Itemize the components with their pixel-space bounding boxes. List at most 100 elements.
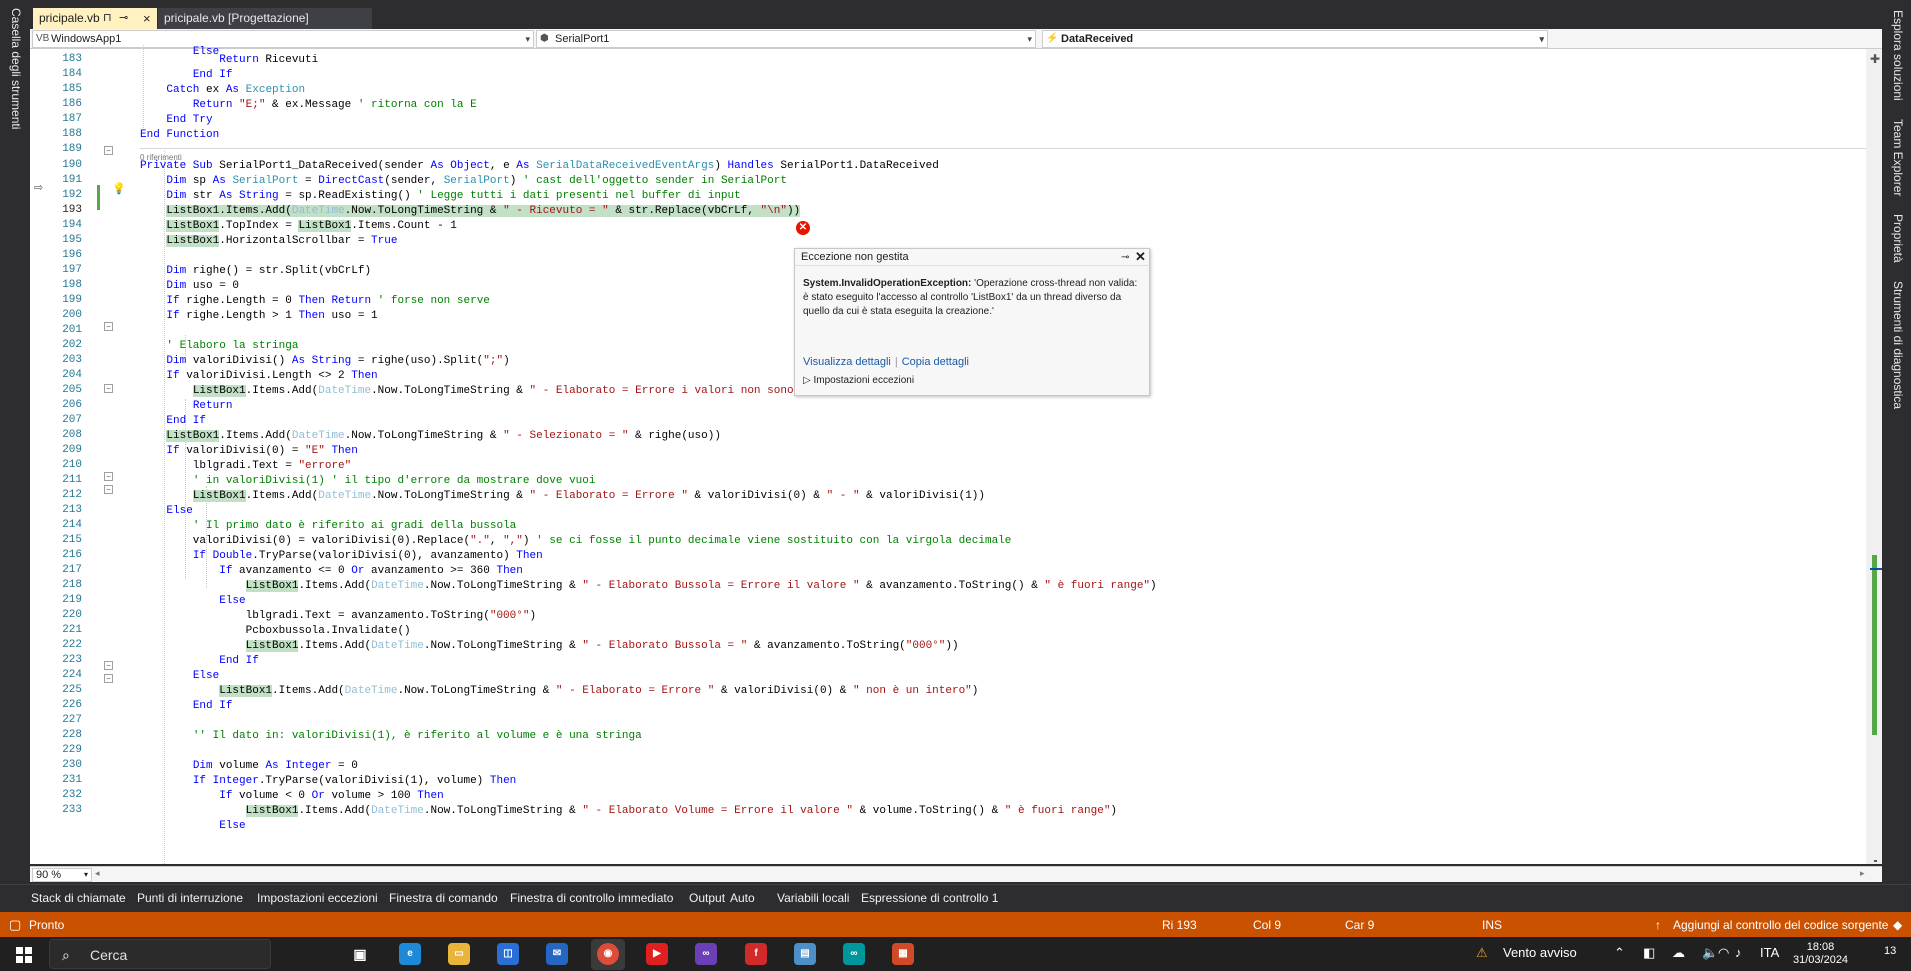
- vb-project-icon: VB: [36, 33, 50, 44]
- event-combo[interactable]: ⚡ DataReceived ▾: [1042, 30, 1548, 48]
- file-explorer-icon[interactable]: ▭: [448, 943, 470, 965]
- line-number: 212: [62, 489, 82, 501]
- line-number: 230: [62, 759, 82, 771]
- tab-pricipale-vb[interactable]: pricipale.vb ⊓ ⊸ ×: [33, 8, 157, 29]
- toolbox-tab[interactable]: Casella degli strumenti: [9, 8, 23, 129]
- app-grid-icon[interactable]: ▦: [892, 943, 914, 965]
- volume-icon[interactable]: 🔈: [1702, 945, 1718, 961]
- line-number: 183: [62, 53, 82, 65]
- visual-studio-icon[interactable]: ∞: [695, 943, 717, 965]
- youtube-icon[interactable]: ▶: [646, 943, 668, 965]
- notes-icon[interactable]: ▤: [794, 943, 816, 965]
- line-number: 222: [62, 639, 82, 651]
- tab-diagnostic-tools[interactable]: Strumenti di diagnostica: [1891, 281, 1905, 409]
- fold-toggle[interactable]: −: [104, 322, 113, 331]
- pin-icon[interactable]: ⊸: [1121, 249, 1129, 266]
- zoom-select[interactable]: 90 % ▾: [32, 868, 92, 882]
- notification-count[interactable]: 13: [1884, 945, 1896, 957]
- object-name: SerialPort1: [555, 33, 610, 45]
- pushpin-icon[interactable]: ⊸: [119, 8, 128, 29]
- exception-message: System.InvalidOperationException: 'Opera…: [803, 277, 1139, 319]
- tool-window-tab[interactable]: Stack di chiamate: [31, 891, 126, 905]
- tray-chevron-icon[interactable]: ⌃: [1614, 945, 1625, 961]
- line-number: 226: [62, 699, 82, 711]
- line-number: 207: [62, 414, 82, 426]
- tool-window-tab[interactable]: Impostazioni eccezioni: [257, 891, 378, 905]
- search-icon: ⌕: [62, 947, 70, 963]
- clock[interactable]: 18:08 31/03/2024: [1793, 941, 1848, 967]
- fold-toggle[interactable]: −: [104, 472, 113, 481]
- tab-pricipale-design[interactable]: pricipale.vb [Progettazione]: [158, 8, 372, 29]
- close-tab-icon[interactable]: ×: [143, 8, 151, 29]
- source-control-button[interactable]: Aggiungi al controllo del codice sorgent…: [1673, 918, 1888, 932]
- split-icon[interactable]: ✚: [1870, 52, 1880, 66]
- scroll-left-icon[interactable]: ◂: [95, 868, 100, 879]
- wifi-icon[interactable]: ◠: [1718, 945, 1729, 961]
- fold-toggle[interactable]: −: [104, 146, 113, 155]
- error-glyph-icon[interactable]: ✕: [796, 221, 810, 235]
- taskbar-search[interactable]: ⌕ Cerca: [49, 939, 271, 969]
- tab-properties[interactable]: Proprietà: [1891, 214, 1905, 263]
- vertical-scrollbar[interactable]: [1866, 49, 1882, 864]
- exception-settings-toggle[interactable]: ▷ Impostazioni eccezioni: [803, 375, 914, 386]
- notification-icon[interactable]: ◆: [1893, 918, 1902, 932]
- exception-popup: Eccezione non gestita ⊸ ✕ System.Invalid…: [794, 248, 1150, 396]
- tool-window-tab[interactable]: Finestra di controllo immediato: [510, 891, 673, 905]
- tool-window-tab[interactable]: Auto: [730, 891, 755, 905]
- weather-warning-icon[interactable]: ⚠: [1476, 945, 1488, 961]
- line-number: 231: [62, 774, 82, 786]
- line-number: 229: [62, 744, 82, 756]
- code-text[interactable]: Else Return Ricevuti End If Catch ex As …: [140, 46, 1840, 864]
- code-editor[interactable]: 183 184 185 186 187 188 189 190 191 192 193 194 195 1…: [30, 45, 1890, 864]
- clock-time: 18:08: [1806, 941, 1835, 953]
- tool-window-tab[interactable]: Espressione di controllo 1: [861, 891, 998, 905]
- view-details-link[interactable]: Visualizza dettagli: [803, 356, 891, 368]
- speaker-icon[interactable]: ♪: [1735, 945, 1742, 960]
- app-f-icon[interactable]: f: [745, 943, 767, 965]
- line-number: 233: [62, 804, 82, 816]
- line-number: 225: [62, 684, 82, 696]
- tool-window-tab[interactable]: Output: [689, 891, 725, 905]
- fold-toggle[interactable]: −: [104, 384, 113, 393]
- language-indicator[interactable]: ITA: [1760, 945, 1779, 960]
- tray-app-icon[interactable]: ◧: [1643, 945, 1655, 961]
- scroll-position-marker[interactable]: [1870, 568, 1882, 570]
- lightbulb-icon[interactable]: 💡: [112, 182, 126, 195]
- current-statement-arrow-icon: ⇨: [34, 182, 44, 194]
- windows-start-icon[interactable]: [16, 947, 32, 963]
- windows-taskbar: ⌕ Cerca ▣ e ▭ ◫ ✉ ◉ ▶ ∞ f ▤ ∞ ▦ ⚠ Vento …: [0, 937, 1911, 971]
- line-number: 217: [62, 564, 82, 576]
- tray-cloud-icon[interactable]: ☁: [1672, 945, 1685, 961]
- object-combo[interactable]: ⬢ SerialPort1 ▾: [536, 30, 1036, 48]
- chrome-icon[interactable]: ◉: [597, 943, 619, 965]
- scroll-right-icon[interactable]: ▸: [1860, 868, 1865, 879]
- scroll-down-icon[interactable]: [1874, 860, 1877, 862]
- store-icon[interactable]: ◫: [497, 943, 519, 965]
- close-icon[interactable]: ✕: [1135, 248, 1146, 265]
- mail-icon[interactable]: ✉: [546, 943, 568, 965]
- line-number: 214: [62, 519, 82, 531]
- tool-window-tab[interactable]: Finestra di comando: [389, 891, 498, 905]
- tool-window-tab[interactable]: Variabili locali: [777, 891, 849, 905]
- line-number: 197: [62, 264, 82, 276]
- arduino-icon[interactable]: ∞: [843, 943, 865, 965]
- edge-icon[interactable]: e: [399, 943, 421, 965]
- fold-toggle[interactable]: −: [104, 661, 113, 670]
- task-view-icon[interactable]: ▣: [349, 943, 371, 965]
- tab-pin-icon[interactable]: ⊓: [103, 8, 112, 29]
- tab-solution-explorer[interactable]: Esplora soluzioni: [1891, 10, 1905, 101]
- line-number: 223: [62, 654, 82, 666]
- weather-text[interactable]: Vento avviso: [1503, 945, 1577, 960]
- fold-toggle[interactable]: −: [104, 674, 113, 683]
- right-panel-tabs: Esplora soluzioni Team Explorer Propriet…: [1891, 10, 1905, 409]
- tab-team-explorer[interactable]: Team Explorer: [1891, 119, 1905, 196]
- line-number: 216: [62, 549, 82, 561]
- fold-toggle[interactable]: −: [104, 485, 113, 494]
- line-number: 209: [62, 444, 82, 456]
- chevron-down-icon: ▾: [1027, 34, 1032, 44]
- line-number: 211: [62, 474, 82, 486]
- tool-window-tab[interactable]: Punti di interruzione: [137, 891, 243, 905]
- tab-label: pricipale.vb [Progettazione]: [164, 11, 309, 25]
- copy-details-link[interactable]: Copia dettagli: [902, 356, 969, 368]
- project-combo[interactable]: VB WindowsApp1 ▾: [32, 30, 534, 48]
